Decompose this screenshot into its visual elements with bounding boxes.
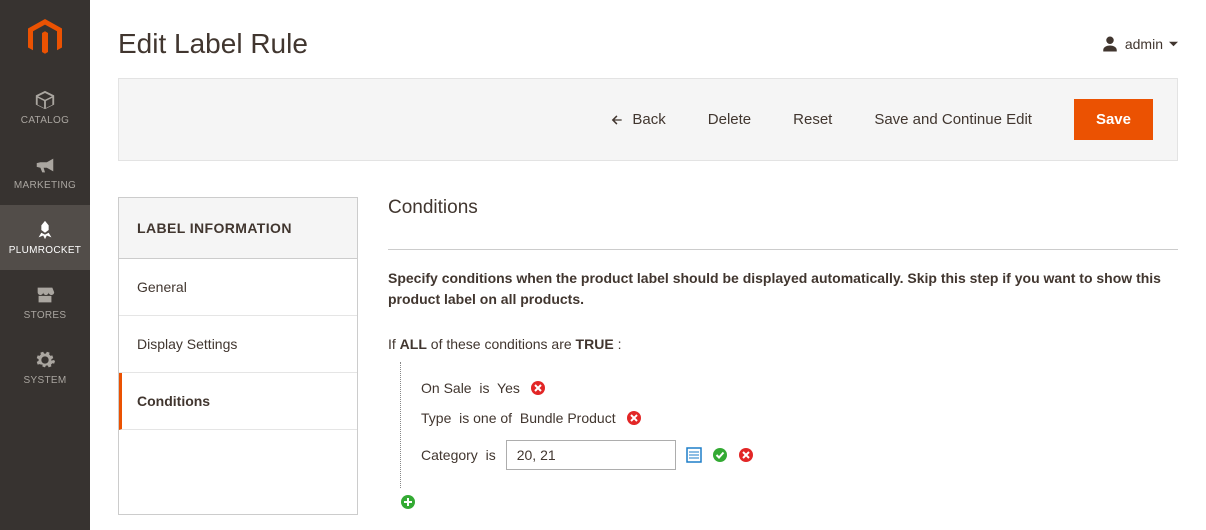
panel-title: Conditions	[388, 197, 1178, 250]
nav-item-plumrocket[interactable]: PLUMROCKET	[0, 205, 90, 270]
cube-icon	[34, 89, 56, 111]
magento-logo[interactable]	[0, 0, 90, 75]
action-bar: Back Delete Reset Save and Continue Edit…	[118, 78, 1178, 161]
boolean-value[interactable]: TRUE	[576, 336, 614, 352]
nav-label: STORES	[24, 310, 67, 321]
nav-item-stores[interactable]: STORES	[0, 270, 90, 335]
magento-logo-icon	[28, 19, 62, 57]
add-rule-icon[interactable]	[400, 494, 416, 510]
chooser-icon[interactable]	[686, 447, 702, 463]
root-condition[interactable]: If ALL of these conditions are TRUE :	[388, 336, 1178, 352]
back-label: Back	[632, 111, 665, 128]
side-tab-conditions[interactable]: Conditions	[119, 373, 357, 430]
user-label: admin	[1125, 36, 1163, 52]
nav-label: MARKETING	[14, 180, 76, 191]
rule-op[interactable]: is one of	[459, 410, 512, 426]
rule-val[interactable]: Yes	[497, 380, 520, 396]
nav-item-marketing[interactable]: MARKETING	[0, 140, 90, 205]
rule-attr[interactable]: Category	[421, 447, 478, 463]
side-tab-general[interactable]: General	[119, 259, 357, 316]
rule-op[interactable]: is	[479, 380, 489, 396]
rule-val[interactable]: Bundle Product	[520, 410, 616, 426]
rule-attr[interactable]: Type	[421, 410, 451, 426]
apply-icon[interactable]	[712, 447, 728, 463]
delete-button[interactable]: Delete	[708, 111, 751, 128]
page-title: Edit Label Rule	[118, 28, 308, 60]
arrow-left-icon	[608, 113, 626, 127]
gear-icon	[34, 349, 56, 371]
nav-label: PLUMROCKET	[9, 245, 81, 256]
side-tabs-header: LABEL INFORMATION	[119, 198, 357, 259]
store-icon	[34, 284, 56, 306]
admin-nav: CATALOG MARKETING PLUMROCKET STORES SYST…	[0, 0, 90, 530]
remove-rule-icon[interactable]	[738, 447, 754, 463]
rule-tree: On Sale is Yes Type is one of Bundle Pro…	[400, 362, 1178, 488]
chevron-down-icon	[1169, 40, 1178, 49]
side-tab-display-settings[interactable]: Display Settings	[119, 316, 357, 373]
nav-item-system[interactable]: SYSTEM	[0, 335, 90, 400]
nav-label: SYSTEM	[24, 375, 67, 386]
rocket-icon	[34, 219, 56, 241]
back-button[interactable]: Back	[608, 111, 665, 128]
reset-button[interactable]: Reset	[793, 111, 832, 128]
user-icon	[1101, 35, 1119, 53]
rule-row: Type is one of Bundle Product	[421, 410, 1178, 426]
conditions-panel: Conditions Specify conditions when the p…	[388, 197, 1178, 515]
save-button[interactable]: Save	[1074, 99, 1153, 140]
remove-rule-icon[interactable]	[626, 410, 642, 426]
nav-item-catalog[interactable]: CATALOG	[0, 75, 90, 140]
rule-op[interactable]: is	[486, 447, 496, 463]
account-menu[interactable]: admin	[1101, 35, 1178, 53]
nav-label: CATALOG	[21, 115, 69, 126]
save-continue-button[interactable]: Save and Continue Edit	[874, 111, 1032, 128]
remove-rule-icon[interactable]	[530, 380, 546, 396]
rule-value-input[interactable]	[506, 440, 676, 470]
panel-intro: Specify conditions when the product labe…	[388, 268, 1178, 310]
rule-attr[interactable]: On Sale	[421, 380, 472, 396]
rule-row: On Sale is Yes	[421, 380, 1178, 396]
side-tabs: LABEL INFORMATION General Display Settin…	[118, 197, 358, 515]
rule-row: Category is	[421, 440, 1178, 470]
aggregator-value[interactable]: ALL	[400, 336, 427, 352]
megaphone-icon	[34, 154, 56, 176]
